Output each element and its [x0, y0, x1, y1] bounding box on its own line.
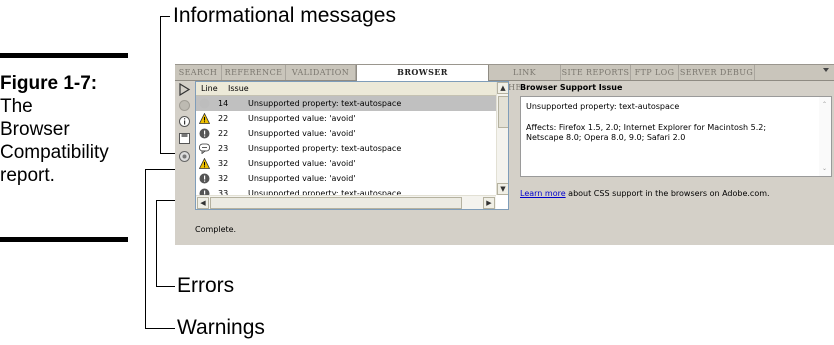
- list-item[interactable]: 23 Unsupported property: text-autospace: [196, 141, 496, 156]
- scroll-left-icon[interactable]: ◀: [197, 197, 209, 209]
- scroll-right-icon[interactable]: ▶: [483, 197, 495, 209]
- column-line[interactable]: Line: [201, 84, 218, 93]
- h-scroll-thumb[interactable]: [210, 197, 462, 209]
- callout-warnings: Warnings: [177, 316, 265, 339]
- caption-top-rule: [0, 53, 128, 58]
- status-text: Complete.: [195, 225, 237, 234]
- learn-more-line: Learn more about CSS support in the brow…: [520, 189, 770, 198]
- list-item[interactable]: 22 Unsupported value: 'avoid': [196, 126, 496, 141]
- tab-browser-compatibility[interactable]: BROWSER COMPATIBILITY: [356, 65, 489, 92]
- detail-scrollbar[interactable]: ⌃ ⌄: [819, 97, 831, 176]
- caption-line: The: [0, 96, 33, 117]
- warning-icon: [199, 113, 210, 124]
- info-bubble-icon: [199, 143, 210, 154]
- tab-ftp-log[interactable]: FTP LOG: [631, 65, 679, 80]
- detail-scroll-up-icon[interactable]: ⌃: [822, 101, 827, 108]
- caption-line: report.: [0, 165, 55, 186]
- error-icon: [199, 173, 210, 184]
- row-issue: Unsupported value: 'avoid': [248, 174, 356, 183]
- callout-errors: Errors: [177, 274, 235, 297]
- learn-more-suffix: about CSS support in the browsers on Ado…: [565, 189, 770, 198]
- panel-options-icon[interactable]: [823, 68, 829, 72]
- info-gray-icon: [199, 98, 210, 109]
- list-item[interactable]: 32 Unsupported value: 'avoid': [196, 156, 496, 171]
- learn-more-link[interactable]: Learn more: [520, 189, 566, 198]
- list-header: Line Issue: [196, 82, 496, 96]
- tab-link-checker[interactable]: LINK CHECKER: [489, 65, 561, 92]
- row-issue: Unsupported value: 'avoid': [248, 129, 356, 138]
- side-toolbar: [175, 81, 195, 217]
- row-issue: Unsupported value: 'avoid': [248, 114, 356, 123]
- row-line: 23: [218, 144, 229, 153]
- issue-list: Line Issue 14 Unsupported property: text…: [195, 81, 509, 210]
- results-panel: SEARCH REFERENCE VALIDATION BROWSER COMP…: [175, 64, 834, 245]
- detail-scroll-down-icon[interactable]: ⌄: [822, 165, 827, 172]
- tab-validation[interactable]: VALIDATION: [286, 65, 356, 80]
- detail-affects: Affects: Firefox 1.5, 2.0; Internet Expl…: [526, 123, 767, 142]
- scroll-thumb[interactable]: [498, 96, 508, 128]
- row-line: 32: [218, 174, 229, 183]
- row-line: 32: [218, 159, 229, 168]
- column-issue[interactable]: Issue: [228, 84, 249, 93]
- warning-icon: [199, 158, 210, 169]
- row-issue: Unsupported value: 'avoid': [248, 159, 356, 168]
- detail-text-box: Unsupported property: text-autospace Aff…: [520, 96, 832, 177]
- stop-icon[interactable]: [178, 99, 191, 112]
- detail-title: Browser Support Issue: [520, 83, 623, 92]
- row-issue: Unsupported property: text-autospace: [248, 144, 402, 153]
- figure-caption: Figure 1-7: The Browser Compatibility re…: [0, 72, 130, 187]
- check-page-play-icon[interactable]: [178, 83, 191, 96]
- caption-line: Compatibility: [0, 142, 109, 163]
- row-issue: Unsupported property: text-autospace: [248, 99, 402, 108]
- tab-search[interactable]: SEARCH: [175, 65, 222, 80]
- detail-pane: Browser Support Issue Unsupported proper…: [520, 81, 834, 231]
- row-line: 22: [218, 129, 229, 138]
- list-item[interactable]: 14 Unsupported property: text-autospace: [196, 96, 496, 111]
- list-item[interactable]: 32 Unsupported value: 'avoid': [196, 171, 496, 186]
- save-report-icon[interactable]: [178, 132, 191, 145]
- leader-info-top: [160, 16, 170, 17]
- detail-issue: Unsupported property: text-autospace: [526, 102, 680, 111]
- caption-bottom-rule: [0, 237, 128, 242]
- leader-errors-bottom: [156, 286, 175, 287]
- row-line: 14: [218, 99, 229, 108]
- list-item[interactable]: 22 Unsupported value: 'avoid': [196, 111, 496, 126]
- leader-warnings-vertical: [145, 169, 146, 329]
- leader-errors-vertical: [156, 200, 157, 286]
- tab-bar: SEARCH REFERENCE VALIDATION BROWSER COMP…: [175, 65, 834, 92]
- leader-warnings-bottom: [145, 328, 175, 329]
- leader-info-vertical: [160, 16, 161, 154]
- leader-warnings-horizontal: [145, 169, 178, 170]
- scroll-down-icon[interactable]: ▼: [497, 183, 508, 195]
- list-horizontal-scrollbar[interactable]: ◀ ▶: [196, 195, 496, 209]
- scroll-up-icon[interactable]: ▲: [497, 82, 508, 94]
- tab-reference[interactable]: REFERENCE: [222, 65, 286, 80]
- error-icon: [199, 128, 210, 139]
- list-vertical-scrollbar[interactable]: ▲ ▼: [496, 82, 508, 195]
- figure-label: Figure 1-7:: [0, 73, 98, 94]
- tab-site-reports[interactable]: SITE REPORTS: [561, 65, 631, 80]
- tab-server-debug[interactable]: SERVER DEBUG: [679, 65, 755, 80]
- caption-line: Browser: [0, 119, 70, 140]
- row-line: 22: [218, 114, 229, 123]
- callout-informational-messages: Informational messages: [173, 4, 396, 27]
- browse-report-icon[interactable]: [178, 150, 191, 163]
- more-info-icon[interactable]: [178, 115, 191, 128]
